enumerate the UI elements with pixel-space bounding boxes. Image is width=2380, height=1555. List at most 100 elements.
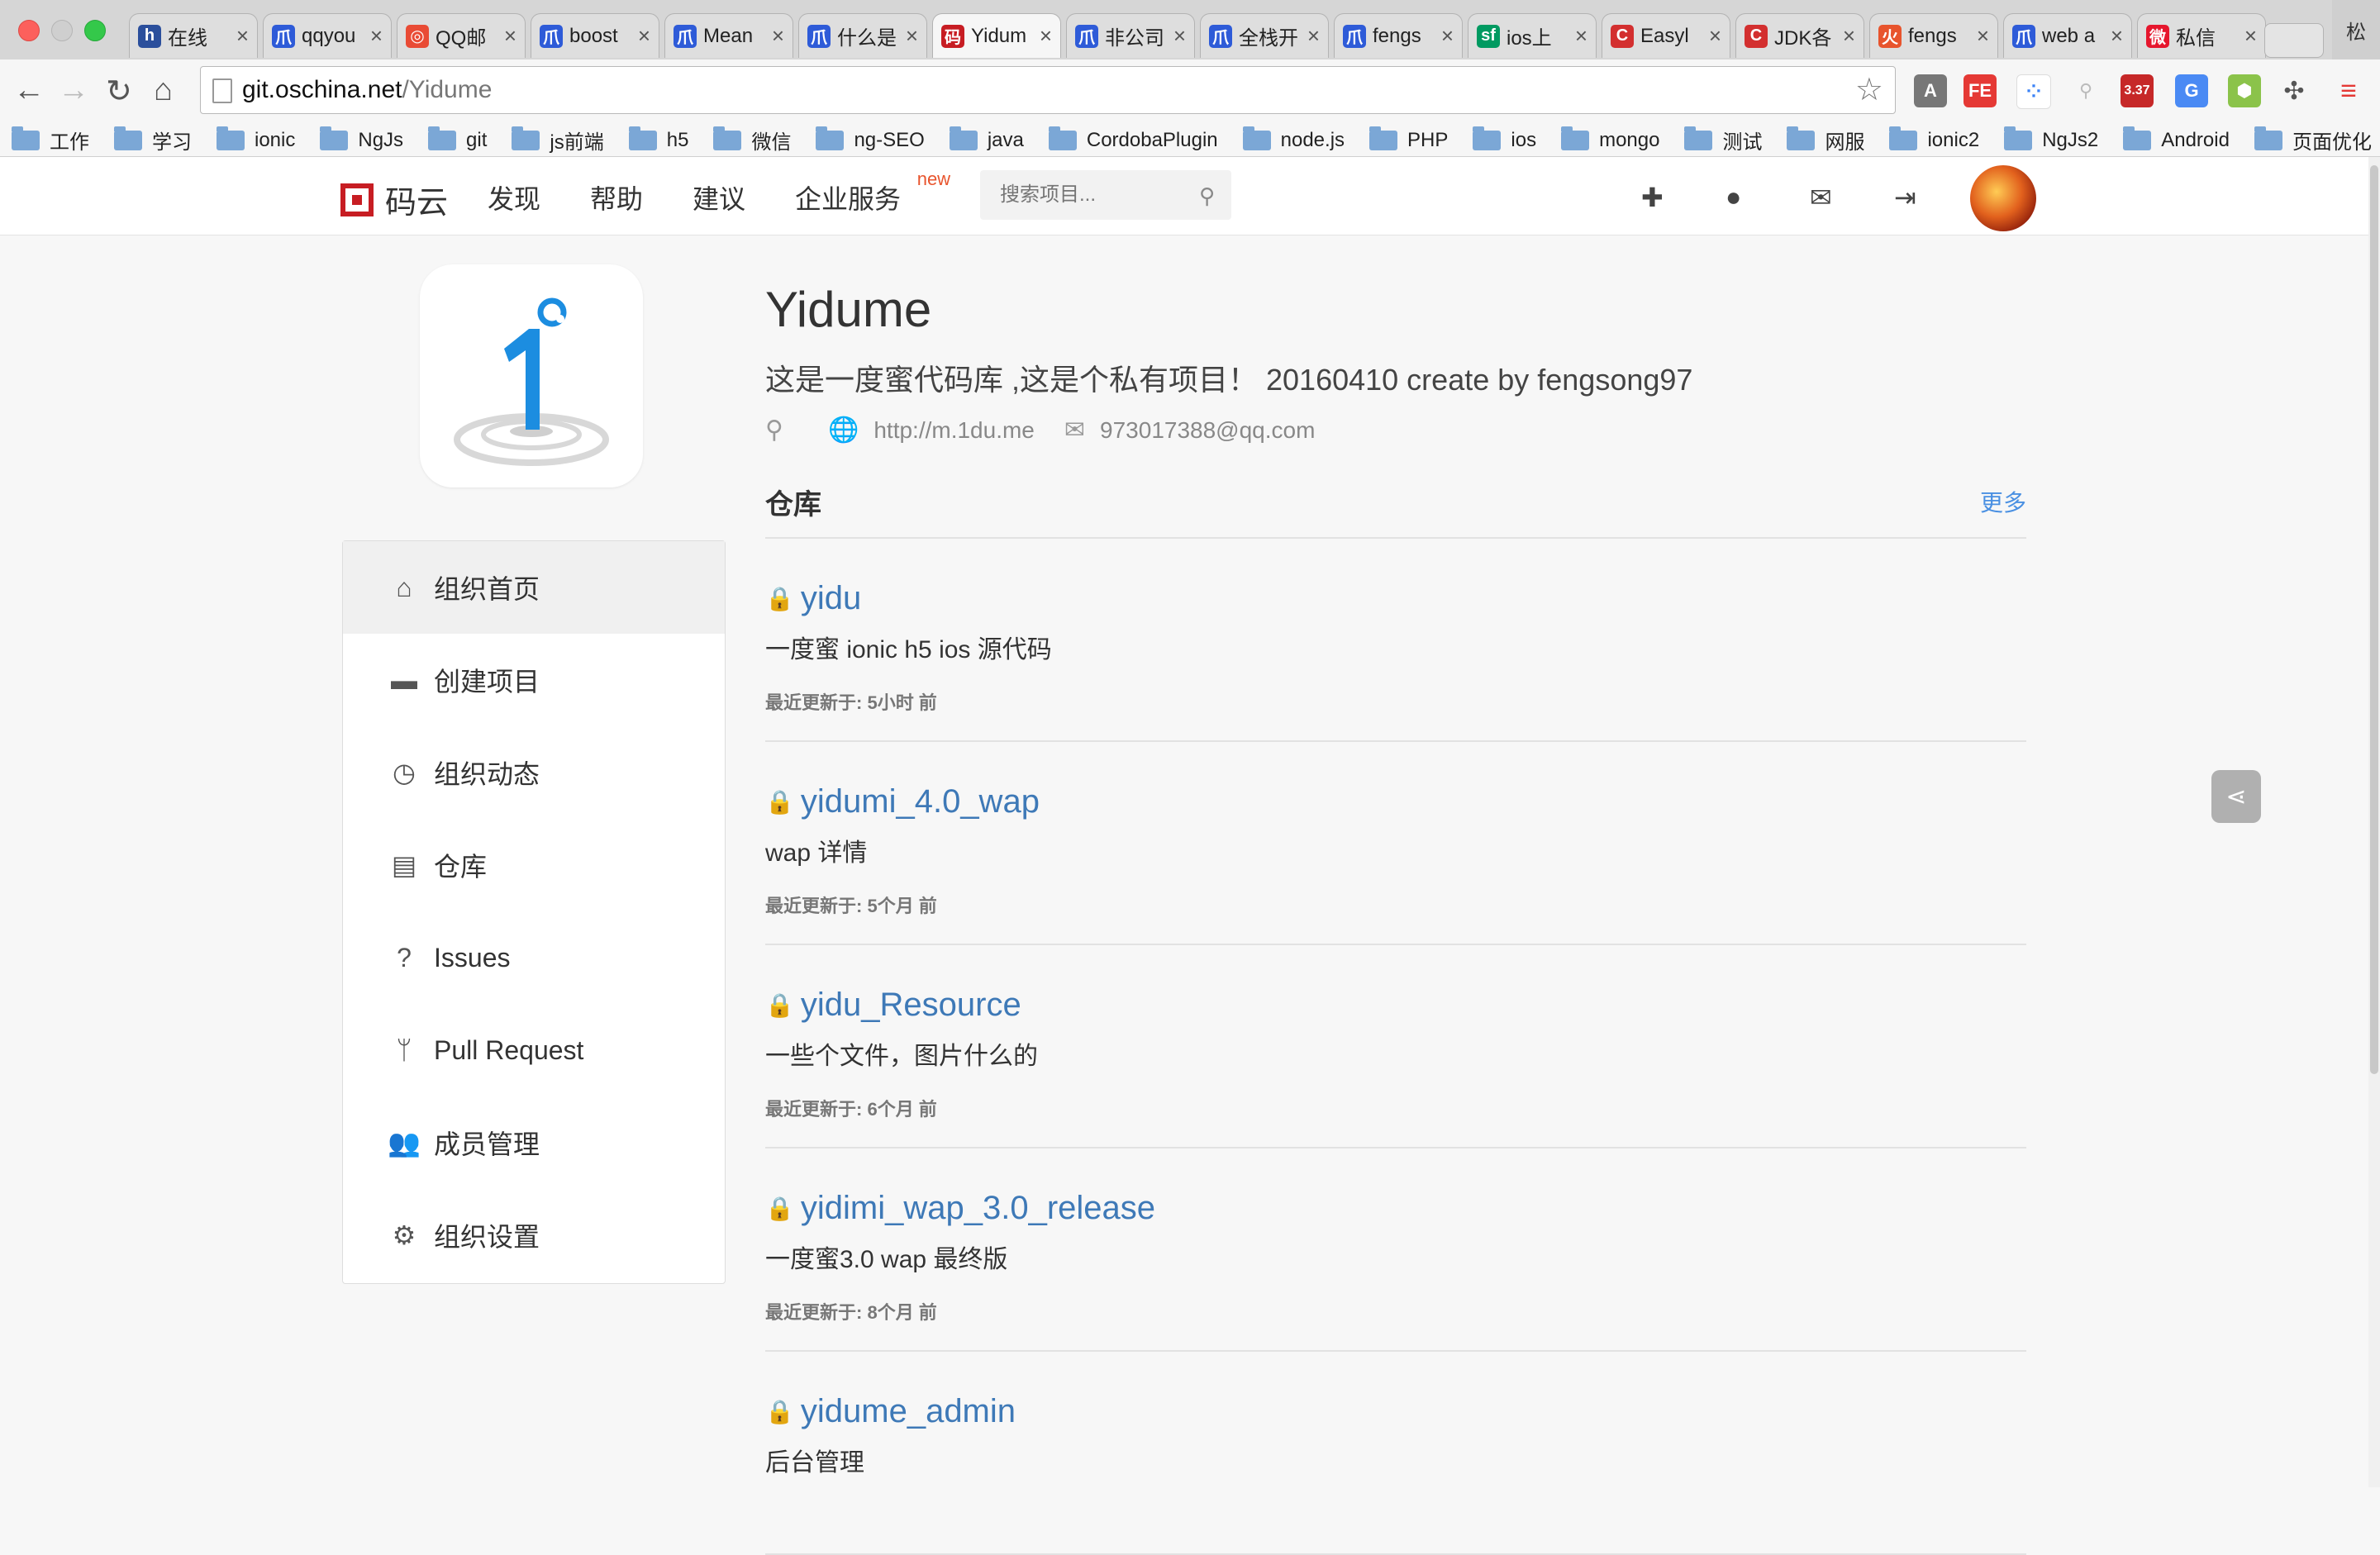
maximize-window-button[interactable] — [84, 20, 106, 41]
tab-close-icon[interactable]: × — [2111, 23, 2123, 49]
tab-close-icon[interactable]: × — [906, 23, 918, 49]
tab-close-icon[interactable]: × — [1575, 23, 1587, 49]
new-tab-button[interactable] — [2264, 23, 2324, 58]
sidebar-item[interactable]: ⚙ 组织设置 — [343, 1189, 725, 1282]
browser-tab[interactable]: 微私信 × — [2137, 13, 2266, 58]
bookmark-folder[interactable]: 学习 — [114, 126, 192, 155]
browser-tab[interactable]: 爪 qqyou × — [263, 13, 392, 58]
repo-link[interactable]: yidume_admin — [801, 1393, 1016, 1430]
repo-link[interactable]: yidu — [801, 580, 861, 617]
avatar[interactable] — [1970, 165, 2036, 231]
minimize-window-button[interactable] — [51, 20, 73, 41]
nav-suggest[interactable]: 建议 — [693, 178, 745, 216]
browser-tab[interactable]: sf ios上 × — [1468, 13, 1597, 58]
sidebar-item[interactable]: ? Issues — [343, 911, 725, 1004]
search-icon[interactable]: ⚲ — [1199, 183, 1215, 209]
forward-arrow-icon[interactable]: → — [58, 73, 89, 108]
nav-discover[interactable]: 发现 — [488, 178, 540, 216]
bookmark-folder[interactable]: ng-SEO — [816, 126, 925, 152]
bookmark-folder[interactable]: mongo — [1561, 126, 1659, 152]
tab-close-icon[interactable]: × — [1977, 23, 1989, 49]
bookmark-folder[interactable]: js前端 — [512, 126, 604, 155]
bookmark-folder[interactable]: git — [428, 126, 487, 152]
address-bar[interactable]: git.oschina.net/Yidume ☆ — [200, 66, 1896, 114]
browser-tab[interactable]: 爪非公司 × — [1066, 13, 1195, 58]
browser-tab[interactable]: 爪全栈开 × — [1200, 13, 1329, 58]
browser-tab[interactable]: 爪什么是 × — [798, 13, 927, 58]
tab-close-icon[interactable]: × — [1040, 23, 1052, 49]
browser-tab[interactable]: C JDK各 × — [1735, 13, 1864, 58]
browser-menu-icon[interactable]: ≡ — [2332, 74, 2365, 107]
home-icon[interactable]: ⌂ — [154, 73, 173, 108]
sidebar-item[interactable]: ⌂ 组织首页 — [343, 541, 725, 634]
search-input[interactable] — [980, 170, 1192, 220]
extension-hex-icon[interactable]: ⬢ — [2228, 74, 2261, 107]
tab-close-icon[interactable]: × — [1307, 23, 1320, 49]
bookmark-folder[interactable]: NgJs2 — [2004, 126, 2098, 152]
bookmark-folder[interactable]: CordobaPlugin — [1048, 126, 1218, 152]
bookmark-folder[interactable]: java — [949, 126, 1024, 152]
browser-tab[interactable]: 爪 boost × — [531, 13, 659, 58]
tab-close-icon[interactable]: × — [2244, 23, 2257, 49]
mail-icon[interactable]: ✉ — [1810, 182, 1832, 213]
org-website[interactable]: 🌐 http://m.1du.me — [828, 416, 1035, 445]
tab-close-icon[interactable]: × — [1173, 23, 1186, 49]
browser-tab[interactable]: ◎ QQ邮 × — [397, 13, 526, 58]
sidebar-item[interactable]: 👥 成员管理 — [343, 1096, 725, 1189]
browser-tab[interactable]: h 在线 × — [129, 13, 258, 58]
logout-icon[interactable]: ⇥ — [1894, 182, 1916, 213]
extension-fe-icon[interactable]: FE — [1963, 74, 1997, 107]
tab-close-icon[interactable]: × — [236, 23, 249, 49]
nav-enterprise[interactable]: 企业服务 new — [795, 169, 950, 216]
browser-tab[interactable]: 爪 Mean × — [664, 13, 793, 58]
reload-icon[interactable]: ↻ — [106, 73, 132, 110]
site-logo[interactable]: 码云 — [340, 177, 448, 222]
tab-close-icon[interactable]: × — [1709, 23, 1721, 49]
bookmark-folder[interactable]: NgJs — [320, 126, 403, 152]
sidebar-item[interactable]: ᛘ Pull Request — [343, 1004, 725, 1096]
browser-tab[interactable]: 爪 fengs × — [1334, 13, 1463, 58]
bookmark-folder[interactable]: node.js — [1242, 126, 1345, 152]
sidebar-item[interactable]: ▤ 仓库 — [343, 819, 725, 911]
scrollbar-thumb[interactable] — [2370, 165, 2378, 1074]
tab-close-icon[interactable]: × — [638, 23, 650, 49]
browser-tab[interactable]: 爪 web a × — [2003, 13, 2132, 58]
org-email[interactable]: ✉ 973017388@qq.com — [1064, 416, 1316, 445]
share-button[interactable]: ⋖ — [2211, 770, 2261, 823]
sidebar-item[interactable]: ◷ 组织动态 — [343, 726, 725, 819]
bookmark-folder[interactable]: 页面优化 — [2254, 126, 2372, 155]
bookmark-star-icon[interactable]: ☆ — [1855, 67, 1883, 113]
tab-close-icon[interactable]: × — [370, 23, 383, 49]
bookmark-folder[interactable]: ionic — [217, 126, 295, 152]
sidebar-item[interactable]: ▬ 创建项目 — [343, 634, 725, 726]
repo-link[interactable]: yidimi_wap_3.0_release — [801, 1190, 1155, 1227]
bookmark-folder[interactable]: ionic2 — [1889, 126, 1979, 152]
bookmark-folder[interactable]: 工作 — [12, 126, 89, 155]
extension-translate-icon[interactable]: G — [2175, 74, 2208, 107]
close-window-button[interactable] — [18, 20, 40, 41]
extensions-puzzle-icon[interactable]: ✣ — [2278, 74, 2311, 107]
org-website-link[interactable]: http://m.1du.me — [873, 417, 1035, 444]
browser-tab[interactable]: 码 Yidum × — [932, 13, 1061, 58]
tab-close-icon[interactable]: × — [1843, 23, 1855, 49]
nav-help[interactable]: 帮助 — [590, 178, 643, 216]
more-repos-link[interactable]: 更多 — [1980, 485, 2026, 518]
browser-tab[interactable]: C Easyl × — [1602, 13, 1730, 58]
extension-speed-icon[interactable]: 3.37 — [2121, 74, 2154, 107]
bookmark-folder[interactable]: h5 — [628, 126, 688, 152]
org-email-link[interactable]: 973017388@qq.com — [1100, 417, 1315, 444]
bookmark-folder[interactable]: 网服 — [1787, 126, 1864, 155]
tab-close-icon[interactable]: × — [772, 23, 784, 49]
profile-button[interactable]: 松 — [2332, 0, 2380, 59]
bookmark-folder[interactable]: 测试 — [1684, 126, 1762, 155]
bookmark-folder[interactable]: ios — [1473, 126, 1536, 152]
repo-link[interactable]: yidu_Resource — [801, 987, 1021, 1024]
extension-a-icon[interactable]: A — [1914, 74, 1947, 107]
tab-close-icon[interactable]: × — [504, 23, 516, 49]
user-icon[interactable]: ● — [1726, 182, 1741, 212]
repo-link[interactable]: yidumi_4.0_wap — [801, 783, 1040, 820]
bookmark-folder[interactable]: Android — [2123, 126, 2230, 152]
extension-pin-icon[interactable]: ⚲ — [2069, 74, 2102, 107]
plus-icon[interactable]: ✚ — [1641, 182, 1664, 213]
back-arrow-icon[interactable]: ← — [13, 73, 45, 108]
